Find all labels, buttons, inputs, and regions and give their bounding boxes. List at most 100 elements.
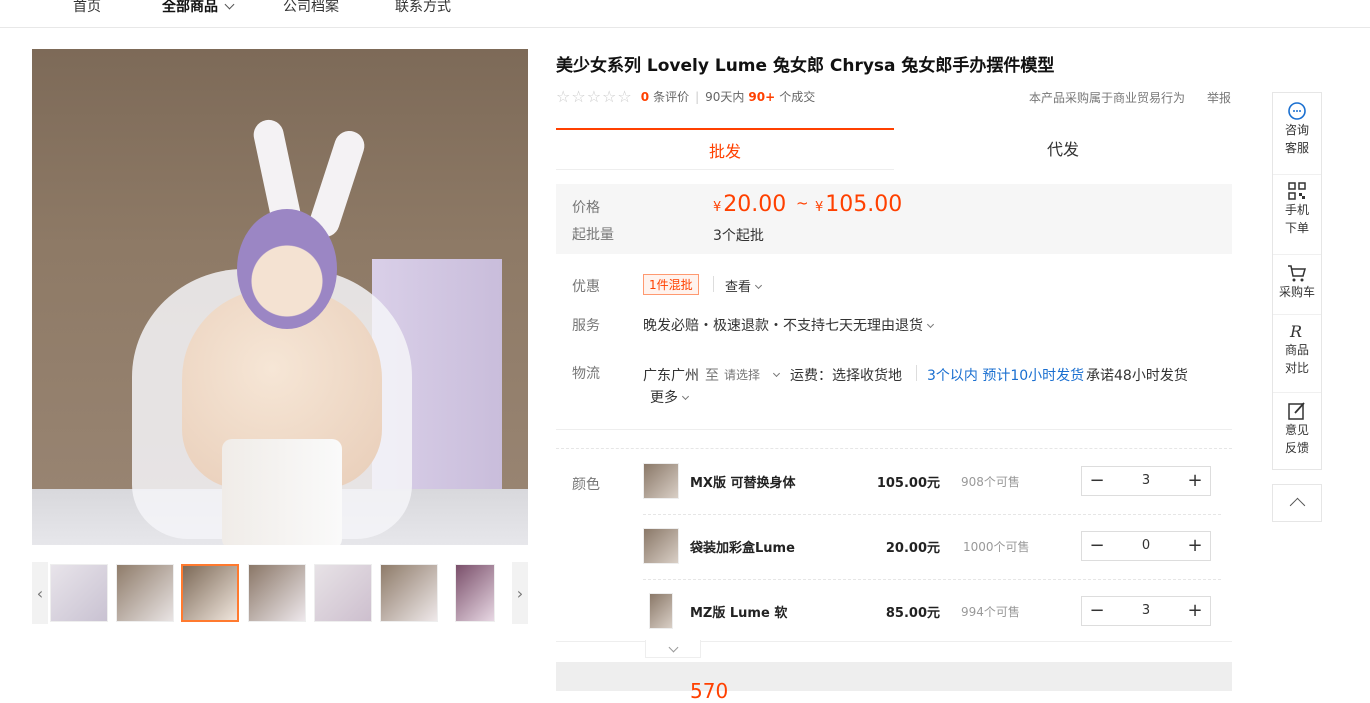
currency-symbol: ¥ [815, 200, 824, 215]
price-low: ¥20.00 [713, 192, 786, 217]
thumbnail[interactable] [455, 564, 495, 622]
increment-button[interactable]: + [1180, 467, 1210, 495]
moq-value: 3个起批 [713, 228, 764, 244]
sku-price: 20.00元 [885, 541, 940, 556]
ship-to-word: 至 [705, 368, 719, 384]
offers-label: 优惠 [572, 279, 600, 295]
sku-thumbnail[interactable] [649, 593, 673, 629]
sku-stock: 994个可售 [961, 605, 1020, 619]
thumbnail[interactable] [116, 564, 174, 622]
thumbnail[interactable] [314, 564, 372, 622]
chat-icon [1288, 102, 1306, 120]
sidebar-label: 下单 [1284, 221, 1309, 235]
moq-label: 起批量 [572, 227, 614, 243]
nav-all-products-label: 全部商品 [162, 0, 218, 15]
cart-icon [1288, 265, 1306, 282]
sku-name: 袋装加彩盒Lume [690, 541, 795, 556]
row-divider [643, 579, 1221, 580]
tab-wholesale[interactable]: 批发 [556, 128, 894, 170]
nav-company-profile[interactable]: 公司档案 [283, 0, 339, 16]
business-note: 本产品采购属于商业贸易行为 [1029, 91, 1186, 105]
freight-text: 运费：选择收货地 [790, 368, 902, 384]
sku-thumbnail[interactable] [643, 528, 679, 564]
sku-name: MZ版 Lume 软 [690, 606, 788, 621]
nav-home[interactable]: 首页 [73, 0, 101, 16]
quantity-input[interactable]: 3 [1112, 467, 1180, 495]
destination-select[interactable]: 请选择 [724, 366, 781, 383]
thumb-next-button[interactable]: › [512, 562, 528, 624]
tab-dropship[interactable]: 代发 [894, 128, 1232, 170]
price-label: 价格 [572, 200, 600, 216]
offers-view-link[interactable]: 查看 [725, 276, 763, 295]
increment-button[interactable]: + [1180, 532, 1210, 560]
ship-commit: 承诺48小时发货 [1086, 368, 1188, 384]
price-low-value: 20.00 [723, 192, 787, 217]
thumbnail[interactable] [248, 564, 306, 622]
sku-stock: 908个可售 [961, 475, 1020, 489]
destination-placeholder: 请选择 [724, 368, 761, 382]
sku-thumbnail[interactable] [643, 463, 679, 499]
chevron-down-icon [681, 392, 690, 401]
thumbnail[interactable] [50, 564, 108, 622]
sku-row: 袋装加彩盒Lume 20.00元 1000个可售 − 0 + [643, 526, 1221, 566]
sidebar-mobile-order[interactable]: 手机 下单 [1273, 175, 1321, 255]
report-link[interactable]: 举报 [1207, 89, 1231, 106]
thumb-prev-button[interactable]: ‹ [32, 562, 48, 624]
star-rating-icon: ☆☆☆☆☆ [556, 87, 633, 106]
chevron-up-icon [1289, 497, 1305, 514]
rating-row: ☆☆☆☆☆ 0 条评价 | 90天内 90+ 个成交 [556, 87, 815, 106]
sku-price: 85.00元 [885, 606, 940, 621]
expand-sku-button[interactable] [645, 640, 701, 658]
service-terms: 晚发必赔・极速退款・不支持七天无理由退货 [643, 318, 923, 334]
ship-promise: 3个以内 预计10小时发货 [927, 368, 1085, 384]
price-box: 价格 ¥20.00 ~ ¥105.00 起批量 3个起批 [556, 184, 1232, 254]
sidebar-label: 意见 [1284, 423, 1309, 437]
sidebar-cart[interactable]: 采购车 [1273, 255, 1321, 315]
divider [916, 365, 917, 381]
sidebar-compare[interactable]: R 商品 对比 [1273, 315, 1321, 393]
sidebar-consult[interactable]: 咨询 客服 [1273, 101, 1321, 175]
sku-label: 颜色 [572, 477, 600, 493]
increment-button[interactable]: + [1180, 597, 1210, 625]
sidebar-feedback[interactable]: 意见 反馈 [1273, 393, 1321, 469]
main-product-image[interactable] [32, 49, 528, 545]
thumbnail[interactable] [181, 564, 239, 622]
back-to-top-button[interactable] [1272, 484, 1322, 522]
decrement-button[interactable]: − [1082, 597, 1112, 625]
chevron-left-icon: ‹ [36, 583, 44, 603]
row-divider [643, 514, 1221, 515]
figure-head [237, 209, 337, 329]
logistics-more[interactable]: 更多 [650, 387, 690, 407]
decrement-button[interactable]: − [1082, 532, 1112, 560]
nav-all-products[interactable]: 全部商品 [162, 0, 235, 16]
section-divider [556, 448, 1232, 449]
quantity-input[interactable]: 0 [1112, 532, 1180, 560]
chevron-down-icon [754, 281, 763, 290]
sku-name: MX版 可替换身体 [690, 476, 796, 491]
sidebar-label: 对比 [1284, 361, 1309, 375]
decrement-button[interactable]: − [1082, 467, 1112, 495]
sidebar-label: 客服 [1284, 141, 1309, 155]
figure-legs [222, 439, 342, 545]
sku-stock: 1000个可售 [963, 540, 1030, 554]
sidebar-label: 商品 [1284, 343, 1309, 357]
price-high-value: 105.00 [825, 192, 903, 217]
sales-count: 90+ [748, 89, 776, 104]
quantity-input[interactable]: 3 [1112, 597, 1180, 625]
rating-label[interactable]: 条评价 [653, 88, 689, 105]
qrcode-icon [1288, 182, 1306, 200]
sku-price: 105.00元 [876, 476, 940, 491]
top-nav: 首页 全部商品 公司档案 联系方式 [0, 0, 1370, 28]
nav-contact[interactable]: 联系方式 [395, 0, 451, 16]
chevron-right-icon: › [516, 583, 524, 603]
sales-prefix: 90天内 [705, 90, 745, 104]
service-label: 服务 [572, 318, 600, 334]
chevron-down-icon [772, 369, 781, 378]
edit-icon [1288, 402, 1305, 420]
purchase-tabs: 批发 代发 [556, 128, 1232, 170]
divider [713, 276, 714, 292]
service-text[interactable]: 晚发必赔・极速退款・不支持七天无理由退货 [643, 315, 935, 335]
order-summary-bar: 570 [556, 662, 1232, 703]
logistics-label: 物流 [572, 366, 600, 382]
thumbnail[interactable] [380, 564, 438, 622]
